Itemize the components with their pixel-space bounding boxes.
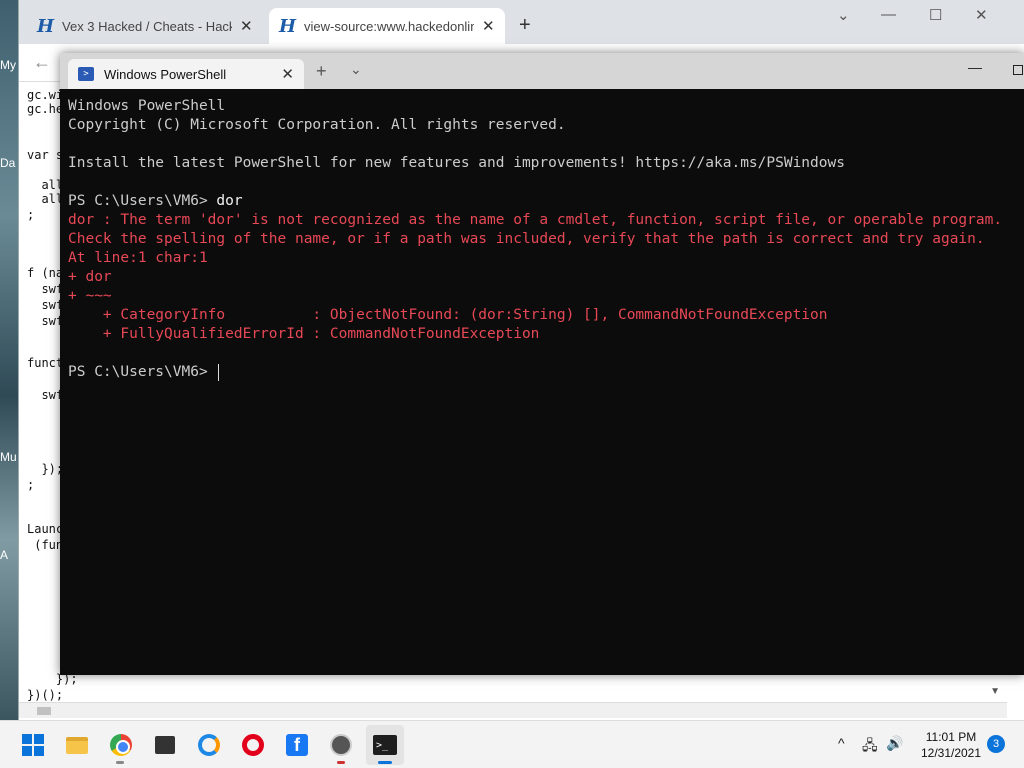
desktop-wallpaper	[0, 0, 20, 720]
close-tab-icon[interactable]: ✕	[482, 17, 495, 35]
terminal-error-line: At line:1 char:1	[68, 250, 208, 266]
tab-title: view-source:www.hackedonlinegames.com	[304, 18, 475, 34]
terminal-error-line: + ~~~	[68, 288, 112, 304]
prompt-text: PS C:\Users\VM6>	[68, 193, 217, 209]
prompt-text: PS C:\Users\VM6>	[68, 364, 217, 380]
powershell-icon: >	[78, 67, 94, 81]
active-indicator	[378, 761, 392, 764]
browser-tab-vex3[interactable]: H Vex 3 Hacked / Cheats - Hacked Online …	[27, 8, 267, 44]
close-window-button[interactable]: ✕	[975, 6, 988, 24]
terminal-output-line: Windows PowerShell	[68, 98, 226, 114]
browser-tab-view-source[interactable]: H view-source:www.hackedonlinegames.com …	[269, 8, 505, 44]
horizontal-scrollbar[interactable]	[19, 702, 1007, 718]
vpn-icon[interactable]	[197, 733, 221, 757]
source-code-line: })();	[27, 688, 64, 702]
desktop-label: A	[0, 548, 9, 562]
terminal-error-line: Check the spelling of the name, or if a …	[68, 231, 985, 247]
source-code-line: gc.wi	[27, 88, 64, 102]
terminal-output[interactable]: Windows PowerShell Copyright (C) Microsof…	[68, 97, 1018, 382]
volume-icon[interactable]: 🔊	[886, 735, 903, 752]
browser-tabbar: H Vex 3 Hacked / Cheats - Hacked Online …	[19, 0, 1024, 44]
clock-time: 11:01 PM	[925, 730, 977, 744]
terminal-error-line: + FullyQualifiedErrorId : CommandNotFoun…	[68, 326, 540, 342]
scroll-down-arrow-icon[interactable]: ▼	[990, 686, 1000, 697]
close-tab-icon[interactable]: ✕	[240, 17, 253, 35]
microsoft-store-icon[interactable]	[153, 733, 177, 757]
site-logo-icon: H	[279, 15, 297, 37]
scrollbar-thumb[interactable]	[37, 707, 51, 715]
terminal-tabbar: > Windows PowerShell ✕ + ⌄ —	[60, 53, 1024, 89]
source-code-line: });	[27, 462, 64, 476]
terminal-output-line: Install the latest PowerShell for new fe…	[68, 155, 845, 171]
notification-badge[interactable]: 3	[987, 735, 1005, 753]
file-explorer-icon[interactable]	[65, 733, 89, 757]
new-terminal-tab-button[interactable]: +	[316, 61, 327, 82]
network-icon[interactable]: 🖧	[862, 735, 878, 759]
tab-search-icon[interactable]: ⌄	[837, 6, 850, 24]
new-tab-button[interactable]: +	[519, 14, 531, 37]
close-tab-icon[interactable]: ✕	[281, 65, 294, 83]
minimize-button[interactable]: —	[881, 6, 896, 23]
system-clock[interactable]: 11:01 PM 12/31/2021	[920, 729, 982, 761]
source-code-line: ;	[27, 208, 35, 222]
taskbar: f >_ ^ 🖧 🔊 11:01 PM 12/31/2021 3	[0, 720, 1024, 768]
terminal-tab-powershell[interactable]: > Windows PowerShell ✕	[68, 59, 304, 89]
tab-title: Vex 3 Hacked / Cheats - Hacked Online Ga…	[62, 18, 232, 34]
source-code-line: gc.he	[27, 102, 64, 116]
facebook-icon[interactable]: f	[285, 733, 309, 757]
terminal-window[interactable]: > Windows PowerShell ✕ + ⌄ — Windows Pow…	[60, 53, 1024, 675]
terminal-tab-title: Windows PowerShell	[104, 66, 227, 82]
desktop-label: Da	[0, 156, 16, 170]
running-indicator	[337, 761, 345, 764]
terminal-error-line: dor : The term 'dor' is not recognized a…	[68, 212, 1003, 228]
terminal-prompt-line: PS C:\Users\VM6> dor	[68, 192, 1018, 211]
terminal-output-line: Copyright (C) Microsoft Corporation. All…	[68, 117, 566, 133]
terminal-minimize-button[interactable]: —	[968, 59, 982, 75]
typed-command: dor	[216, 193, 243, 209]
desktop-label: My	[0, 58, 16, 72]
opera-icon[interactable]	[241, 733, 265, 757]
clock-date: 12/31/2021	[920, 746, 982, 760]
terminal-prompt-line: PS C:\Users\VM6>	[68, 363, 1018, 382]
chrome-icon[interactable]	[109, 733, 133, 757]
desktop-label: Mu	[0, 450, 17, 464]
back-arrow-icon[interactable]: ←	[33, 52, 51, 73]
running-indicator	[116, 761, 124, 764]
terminal-maximize-button[interactable]	[1013, 65, 1023, 75]
terminal-icon[interactable]: >_	[373, 733, 397, 757]
profile-dropdown-icon[interactable]: ⌄	[350, 61, 362, 78]
text-cursor	[218, 363, 220, 381]
source-code-line: ;	[27, 478, 35, 492]
start-button-icon[interactable]	[21, 733, 45, 757]
show-hidden-icons-chevron-icon[interactable]: ^	[838, 735, 845, 751]
site-logo-icon: H	[37, 15, 55, 37]
maximize-button[interactable]: ☐	[929, 6, 942, 24]
terminal-error-line: + dor	[68, 269, 112, 285]
terminal-error-line: + CategoryInfo : ObjectNotFound: (dor:St…	[68, 307, 828, 323]
clock-app-icon[interactable]	[329, 733, 353, 757]
